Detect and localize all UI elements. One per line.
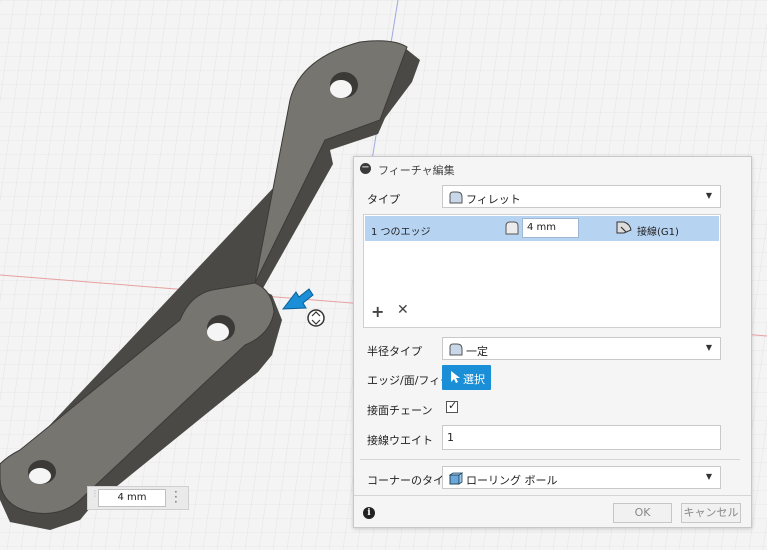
type-label: タイプ bbox=[367, 193, 400, 206]
ok-button[interactable]: OK bbox=[613, 503, 672, 523]
add-icon[interactable]: + bbox=[371, 302, 384, 321]
type-dropdown[interactable]: フィレット ▼ bbox=[442, 185, 721, 208]
radius-icon bbox=[505, 221, 519, 235]
delete-icon[interactable]: ✕ bbox=[397, 302, 409, 318]
corner-type-value: ローリング ボール bbox=[466, 474, 558, 487]
corner-type-dropdown[interactable]: ローリング ボール ▼ bbox=[442, 466, 721, 489]
chevron-down-icon: ▼ bbox=[705, 472, 712, 481]
fillet-icon bbox=[449, 191, 463, 204]
canvas-dimension-field[interactable]: 4 mm bbox=[98, 489, 166, 507]
checkmark-icon: ✓ bbox=[448, 399, 458, 412]
chevron-down-icon: ▼ bbox=[705, 343, 712, 352]
select-button-label: 選択 bbox=[463, 373, 485, 386]
radius-input[interactable]: 4 mm bbox=[522, 218, 579, 238]
tangency-weight-label: 接線ウエイト bbox=[367, 434, 433, 447]
constant-radius-icon bbox=[449, 343, 463, 356]
radius-type-value: 一定 bbox=[466, 345, 488, 358]
edge-count-label: 1 つのエッジ bbox=[371, 227, 431, 238]
edit-feature-dialog: − フィーチャ編集 タイプ フィレット ▼ 1 つのエッジ 4 mm 接線(G1… bbox=[353, 156, 752, 528]
canvas-dimension-input-box: ⋮ 4 mm · · · bbox=[87, 486, 189, 510]
radius-type-dropdown[interactable]: 一定 ▼ bbox=[442, 337, 721, 360]
tangency-weight-input[interactable]: 1 bbox=[442, 425, 721, 450]
tangency-label[interactable]: 接線(G1) bbox=[637, 223, 679, 238]
info-icon[interactable]: i bbox=[363, 507, 375, 519]
dialog-header[interactable]: − フィーチャ編集 bbox=[354, 157, 751, 181]
collapse-icon[interactable]: − bbox=[360, 163, 371, 174]
type-value: フィレット bbox=[466, 193, 521, 206]
more-options-icon[interactable]: · · · bbox=[174, 486, 178, 508]
select-button[interactable]: 選択 bbox=[442, 365, 491, 390]
edge-list-row[interactable]: 1 つのエッジ 4 mm 接線(G1) bbox=[365, 216, 719, 241]
drag-grip-icon[interactable]: ⋮ bbox=[91, 490, 99, 506]
rolling-ball-icon bbox=[449, 472, 463, 485]
chevron-down-icon: ▼ bbox=[705, 191, 712, 200]
cancel-button[interactable]: キャンセル bbox=[681, 503, 741, 523]
footer-divider bbox=[354, 495, 751, 496]
tangent-chain-label: 接面チェーン bbox=[367, 404, 433, 417]
tangent-chain-checkbox[interactable]: ✓ bbox=[446, 399, 458, 413]
tangency-icon[interactable] bbox=[615, 220, 633, 235]
edge-selection-list: 1 つのエッジ 4 mm 接線(G1) + ✕ bbox=[363, 214, 721, 328]
dialog-title: フィーチャ編集 bbox=[378, 164, 455, 177]
cursor-icon bbox=[451, 371, 460, 383]
rotate-manipulator-icon[interactable] bbox=[307, 309, 325, 327]
section-divider bbox=[360, 459, 740, 460]
radius-type-label: 半径タイプ bbox=[367, 345, 422, 358]
